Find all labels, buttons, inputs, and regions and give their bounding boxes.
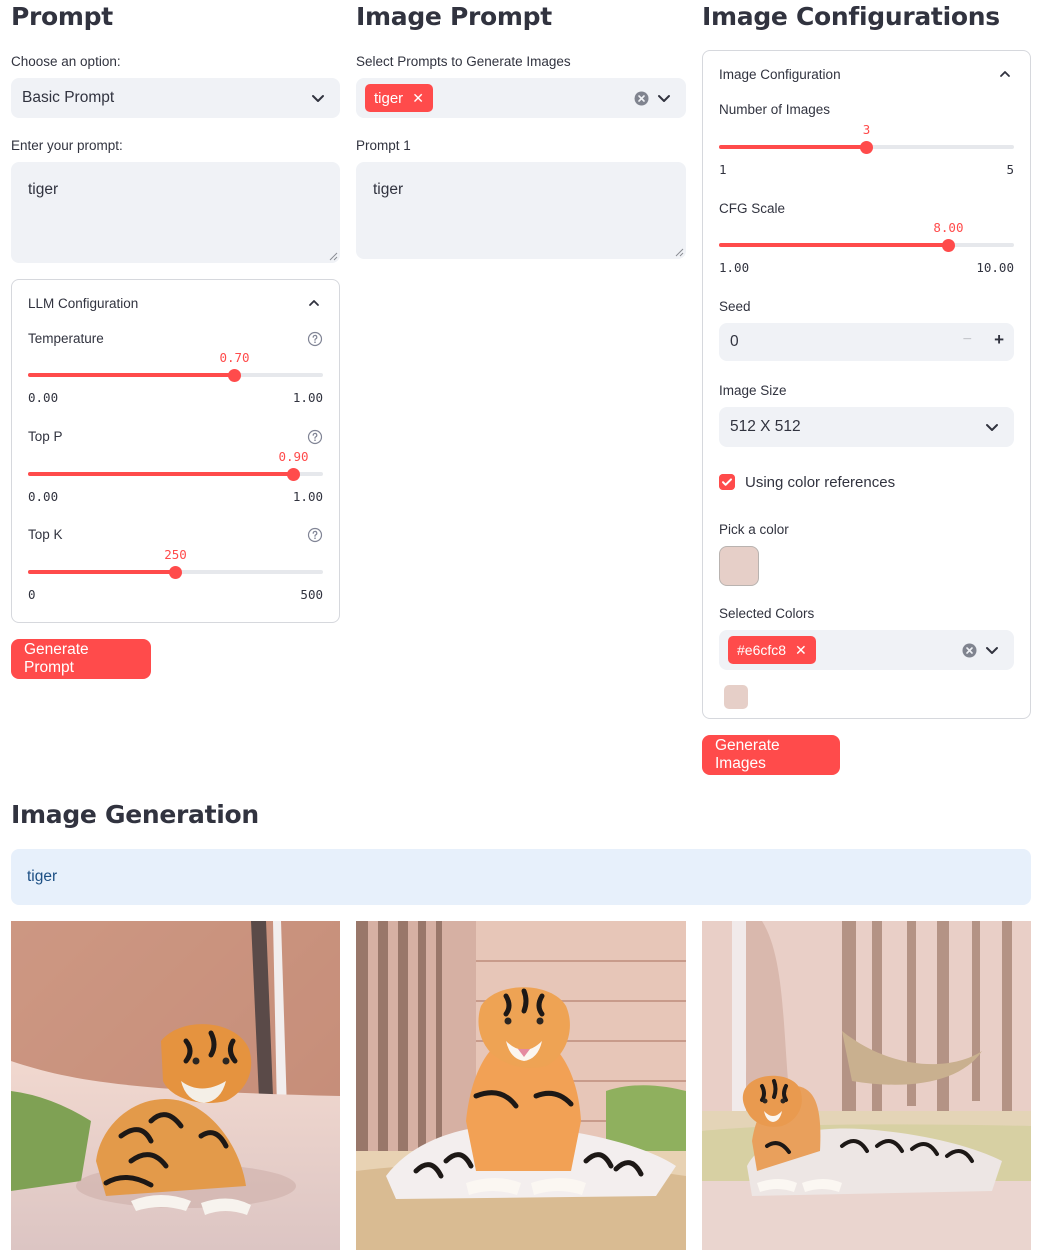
slider-value: 0.70 [219, 350, 250, 365]
prompt-1-text: tiger [373, 181, 404, 198]
slider-value: 250 [164, 547, 187, 562]
choose-option-label: Choose an option: [11, 54, 121, 69]
resize-grip-icon[interactable] [675, 248, 684, 257]
slider-min: 1.00 [719, 260, 750, 275]
slider-thumb[interactable] [287, 467, 300, 481]
slider-fill [719, 243, 949, 247]
pick-color-label: Pick a color [719, 522, 789, 537]
chevron-up-icon[interactable] [307, 296, 321, 310]
clear-all-icon[interactable] [962, 643, 977, 658]
tiger-image-icon [702, 921, 1031, 1250]
prompt-title: Prompt [11, 2, 113, 31]
chevron-down-icon[interactable] [984, 642, 1000, 658]
seed-label: Seed [719, 299, 751, 314]
generation-info-box: tiger [11, 849, 1031, 905]
slider-track[interactable] [719, 140, 1014, 154]
slider-max: 500 [300, 587, 323, 602]
prompt-textarea[interactable]: tiger [11, 162, 340, 263]
slider-value: 8.00 [933, 220, 964, 235]
top-k-label: Top K [28, 527, 63, 542]
generated-image-2[interactable] [356, 921, 686, 1250]
slider-max: 1.00 [292, 390, 323, 405]
chevron-down-icon [986, 424, 998, 431]
prompt-label: Enter your prompt: [11, 138, 123, 153]
image-size-value: 512 X 512 [730, 418, 801, 435]
slider-min: 0.00 [28, 390, 59, 405]
color-references-checkbox[interactable] [719, 474, 735, 490]
image-configuration-expander: Image Configuration Number of Images 3 1… [702, 50, 1031, 719]
image-size-select[interactable]: 512 X 512 [719, 407, 1014, 447]
chevron-down-icon [312, 95, 324, 102]
image-size-label: Image Size [719, 383, 787, 398]
seed-value: 0 [730, 333, 739, 350]
decrement-button[interactable]: − [963, 331, 972, 349]
help-icon[interactable] [307, 429, 323, 445]
chevron-down-icon[interactable] [656, 90, 672, 106]
seed-number-input[interactable]: 0 − + [719, 323, 1014, 361]
prompt-1-label: Prompt 1 [356, 138, 411, 153]
color-references-label[interactable]: Using color references [745, 474, 895, 491]
info-text: tiger [27, 868, 58, 885]
generated-image-1[interactable] [11, 921, 340, 1250]
slider-value: 0.90 [278, 449, 309, 464]
generated-image-3[interactable] [702, 921, 1031, 1250]
slider-min: 0.00 [28, 489, 59, 504]
image-configurations-title: Image Configurations [702, 2, 1000, 31]
tiger-image-icon [356, 921, 686, 1250]
color-picker-swatch[interactable] [719, 546, 759, 586]
choose-option-select[interactable]: Basic Prompt [11, 78, 340, 118]
llm-configuration-expander: LLM Configuration Temperature 0.70 0.00 … [11, 279, 340, 623]
number-of-images-label: Number of Images [719, 102, 831, 117]
selected-color-tag[interactable]: #e6cfc8 ✕ [728, 636, 816, 664]
slider-min: 1 [719, 162, 727, 177]
image-configuration-title[interactable]: Image Configuration [719, 67, 841, 82]
tiger-image-icon [11, 921, 340, 1250]
slider-fill [28, 472, 294, 476]
tag-label: tiger [374, 89, 404, 107]
temperature-label: Temperature [28, 331, 104, 346]
slider-track[interactable] [719, 238, 1014, 252]
prompt-1-textarea[interactable]: tiger [356, 162, 686, 259]
increment-button[interactable]: + [994, 330, 1004, 350]
generate-images-button[interactable]: Generate Images [702, 735, 840, 775]
selected-color-preview [724, 685, 748, 709]
cfg-scale-label: CFG Scale [719, 201, 786, 216]
clear-all-icon[interactable] [634, 91, 649, 106]
select-prompts-multiselect[interactable]: tiger ✕ [356, 78, 686, 118]
choose-option-value: Basic Prompt [22, 89, 115, 106]
slider-thumb[interactable] [169, 565, 182, 579]
top-p-label: Top P [28, 429, 63, 444]
slider-fill [28, 373, 235, 377]
slider-track[interactable] [28, 368, 323, 382]
slider-max: 5 [1006, 162, 1014, 177]
slider-max: 1.00 [292, 489, 323, 504]
help-icon[interactable] [307, 331, 323, 347]
selected-colors-label: Selected Colors [719, 606, 815, 621]
remove-tag-icon[interactable]: ✕ [795, 643, 807, 657]
image-generation-title: Image Generation [11, 800, 259, 829]
slider-track[interactable] [28, 467, 323, 481]
select-prompts-label: Select Prompts to Generate Images [356, 54, 571, 69]
generate-prompt-button[interactable]: Generate Prompt [11, 639, 151, 679]
help-icon[interactable] [307, 527, 323, 543]
selected-colors-multiselect[interactable]: #e6cfc8 ✕ [719, 630, 1014, 670]
tag-label: #e6cfc8 [737, 642, 787, 658]
selected-prompt-tag[interactable]: tiger ✕ [365, 84, 433, 112]
slider-track[interactable] [28, 565, 323, 579]
llm-configuration-title[interactable]: LLM Configuration [28, 296, 138, 311]
slider-fill [28, 570, 176, 574]
slider-max: 10.00 [976, 260, 1014, 275]
slider-thumb[interactable] [941, 238, 955, 252]
image-prompt-title: Image Prompt [356, 2, 552, 31]
chevron-up-icon[interactable] [998, 67, 1012, 81]
slider-value: 3 [862, 122, 871, 137]
slider-min: 0 [28, 587, 36, 602]
slider-thumb[interactable] [228, 368, 241, 382]
remove-tag-icon[interactable]: ✕ [412, 91, 424, 105]
slider-thumb[interactable] [860, 140, 873, 154]
slider-fill [719, 145, 867, 149]
resize-grip-icon[interactable] [329, 252, 338, 261]
prompt-text: tiger [28, 181, 59, 198]
